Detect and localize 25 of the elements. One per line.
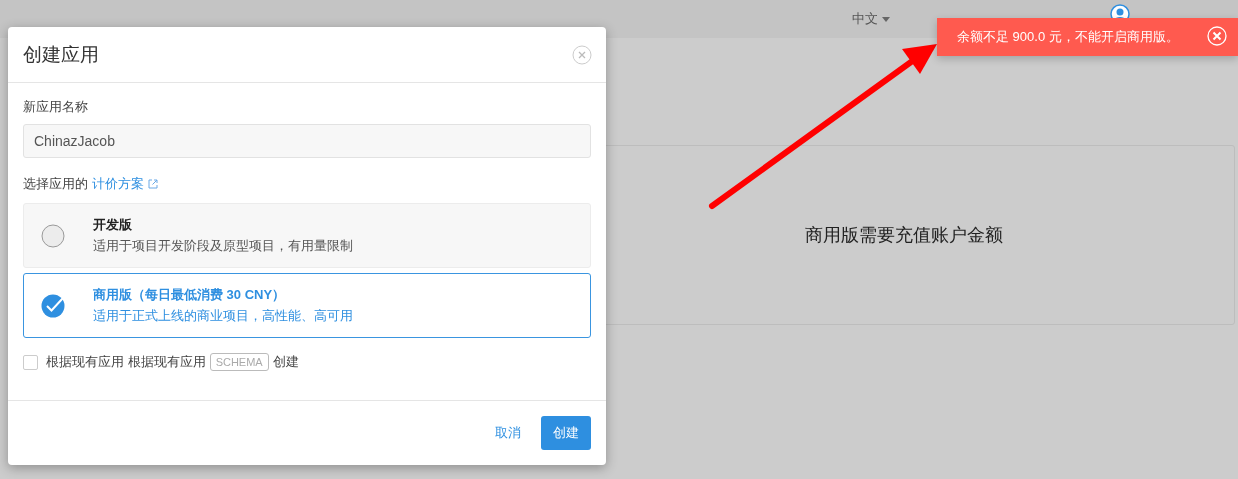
checkbox-label: 根据现有应用 根据现有应用 bbox=[46, 353, 206, 371]
plan-title: 开发版 bbox=[93, 216, 133, 234]
caret-icon bbox=[882, 16, 890, 22]
annotation-text: 商用版需要充值账户金额 bbox=[805, 224, 1003, 247]
radio-icon bbox=[41, 223, 65, 248]
cancel-button[interactable]: 取消 bbox=[495, 416, 521, 450]
language-dropdown[interactable]: 中文 bbox=[838, 10, 904, 28]
check-icon bbox=[41, 293, 65, 318]
plan-description: 适用于项目开发阶段及原型项目，有用量限制 bbox=[93, 237, 353, 255]
plan-option[interactable]: 开发版 适用于项目开发阶段及原型项目，有用量限制 bbox=[23, 203, 591, 268]
schema-tag: SCHEMA bbox=[209, 353, 269, 371]
pricing-link[interactable]: 计价方案 bbox=[92, 175, 144, 193]
checkbox-label: 创建 bbox=[272, 353, 299, 371]
checkbox[interactable] bbox=[23, 354, 38, 370]
plan-option[interactable]: 商用版（每日最低消费 30 CNY） 适用于正式上线的商业项目，高性能、高可用 bbox=[23, 273, 591, 338]
plan-title: 商用版（每日最低消费 30 CNY） bbox=[93, 286, 287, 304]
toast-message: 余额不足 900.0 元，不能开启商用版。 bbox=[957, 28, 1179, 46]
field-label: 新应用名称 bbox=[23, 98, 89, 116]
close-icon[interactable] bbox=[572, 44, 592, 65]
field-label: 选择应用的 bbox=[23, 175, 88, 193]
external-link-icon bbox=[148, 179, 158, 189]
app-name-field[interactable]: ChinazJacob bbox=[23, 124, 591, 158]
dialog-title: 创建应用 bbox=[23, 42, 99, 67]
create-button[interactable]: 创建 bbox=[541, 416, 591, 450]
plan-description: 适用于正式上线的商业项目，高性能、高可用 bbox=[93, 307, 353, 325]
